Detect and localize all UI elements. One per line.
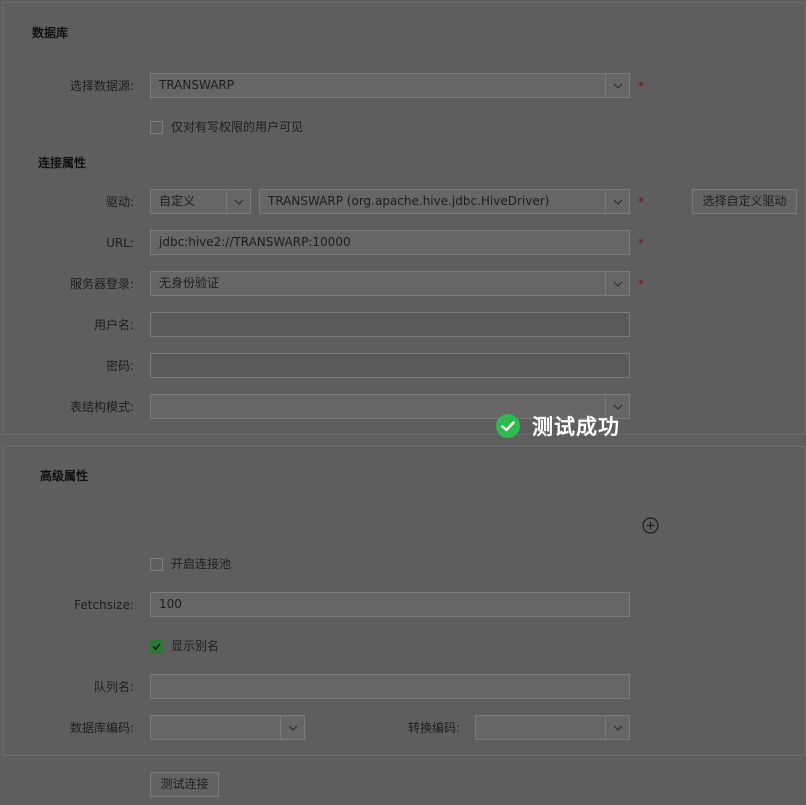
db-encoding-label: 数据库编码: (69, 721, 134, 735)
alias-label: 显示别名 (171, 639, 220, 653)
alias-checkbox[interactable] (150, 640, 163, 653)
fetchsize-input[interactable]: 100 (150, 592, 630, 617)
pool-label: 开启连接池 (171, 557, 232, 571)
choose-driver-button[interactable]: 选择自定义驱动 (692, 189, 797, 214)
convert-encoding-label: 转换编码: (407, 721, 460, 735)
driver-type-select[interactable]: 自定义 (150, 189, 251, 214)
queue-label: 队列名: (93, 680, 134, 694)
url-input[interactable]: jdbc:hive2://TRANSWARP:10000 (150, 230, 630, 255)
add-property-icon[interactable] (642, 517, 659, 534)
required-mark: * (638, 236, 644, 250)
driver-value: TRANSWARP (org.apache.hive.jdbc.HiveDriv… (268, 194, 550, 208)
toast-message: 测试成功 (532, 415, 620, 439)
check-icon (152, 643, 161, 650)
chevron-down-icon[interactable] (605, 190, 629, 213)
queue-input[interactable] (150, 674, 630, 699)
password-label: 密码: (105, 359, 134, 373)
required-mark: * (638, 195, 644, 209)
driver-label: 驱动: (105, 195, 134, 209)
username-label: 用户名: (93, 318, 134, 332)
url-label: URL: (106, 236, 134, 250)
schema-label: 表结构模式: (69, 400, 134, 414)
datasource-select[interactable]: TRANSWARP (150, 73, 630, 98)
required-mark: * (638, 277, 644, 291)
pool-checkbox[interactable] (150, 558, 163, 571)
success-toast: 测试成功 (496, 411, 620, 441)
username-input[interactable] (150, 312, 630, 337)
chevron-down-icon[interactable] (605, 716, 629, 739)
chevron-down-icon[interactable] (605, 272, 629, 295)
database-title: 数据库 (32, 26, 69, 40)
fetchsize-label: Fetchsize: (74, 598, 134, 612)
login-label: 服务器登录: (69, 277, 134, 291)
chevron-down-icon[interactable] (226, 190, 250, 213)
check-circle-icon (496, 414, 520, 438)
datasource-value: TRANSWARP (159, 78, 234, 92)
chevron-down-icon[interactable] (605, 74, 629, 97)
convert-encoding-select[interactable] (475, 715, 630, 740)
datasource-label: 选择数据源: (69, 79, 134, 93)
driver-type-value: 自定义 (159, 194, 196, 208)
test-connection-button[interactable]: 测试连接 (150, 772, 219, 797)
chevron-down-icon[interactable] (280, 716, 304, 739)
connection-title: 连接属性 (38, 156, 87, 170)
db-encoding-select[interactable] (150, 715, 305, 740)
login-select[interactable]: 无身份验证 (150, 271, 630, 296)
required-mark: * (638, 79, 644, 93)
write-only-checkbox[interactable] (150, 121, 163, 134)
login-value: 无身份验证 (159, 276, 220, 290)
write-only-label: 仅对有写权限的用户可见 (171, 120, 304, 134)
password-input[interactable] (150, 353, 630, 378)
advanced-title: 高级属性 (40, 469, 89, 483)
driver-select[interactable]: TRANSWARP (org.apache.hive.jdbc.HiveDriv… (259, 189, 630, 214)
